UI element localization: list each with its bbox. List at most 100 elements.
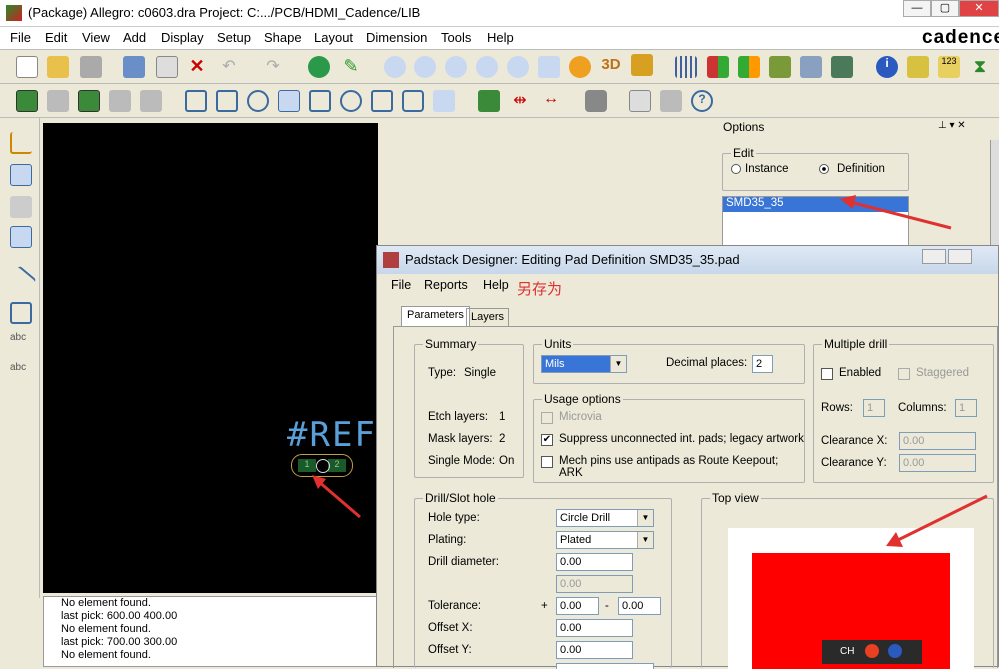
new-file-icon[interactable] xyxy=(16,56,38,78)
3d-model-icon[interactable] xyxy=(831,56,853,78)
options-side-tabs[interactable] xyxy=(990,140,999,248)
zoom-previous-icon[interactable] xyxy=(507,56,529,78)
shape-rect-icon[interactable] xyxy=(371,90,393,112)
shape-void-icon[interactable] xyxy=(433,90,455,112)
plating-select[interactable]: Plated ▼ xyxy=(556,531,654,549)
maximize-button[interactable]: ▢ xyxy=(931,0,959,17)
pad-2[interactable]: 2 xyxy=(328,459,346,472)
add-connect-icon[interactable] xyxy=(10,132,32,154)
drill-diameter-2-input[interactable]: 0.00 xyxy=(556,575,633,593)
padstack-menu-help[interactable]: Help xyxy=(483,278,509,292)
hourglass-icon[interactable]: ⧗ xyxy=(969,56,991,78)
clearance-x-input[interactable]: 0.00 xyxy=(899,432,976,450)
menu-setup[interactable]: Setup xyxy=(217,30,251,45)
menu-dimension[interactable]: Dimension xyxy=(366,30,427,45)
pad-1[interactable]: 1 xyxy=(298,459,316,472)
zoom-fit-icon[interactable] xyxy=(414,56,436,78)
decimal-places-input[interactable]: 2 xyxy=(752,355,773,373)
zoom-out-icon[interactable] xyxy=(476,56,498,78)
layer-visibility-icon[interactable] xyxy=(769,56,791,78)
undo-icon[interactable]: ↶ xyxy=(218,56,240,78)
inactive-tool-2-icon[interactable] xyxy=(109,90,131,112)
columns-input[interactable]: 1 xyxy=(955,399,977,417)
menu-view[interactable]: View xyxy=(82,30,110,45)
info-icon[interactable]: i xyxy=(876,56,898,78)
instance-radio[interactable] xyxy=(731,164,741,174)
add-rect-tool-icon[interactable] xyxy=(10,302,32,324)
menu-tools[interactable]: Tools xyxy=(441,30,471,45)
shape-circle-icon[interactable] xyxy=(402,90,424,112)
tab-layers[interactable]: Layers xyxy=(466,308,510,326)
chevron-down-icon[interactable]: ▼ xyxy=(637,510,653,526)
camera-icon[interactable] xyxy=(585,90,607,112)
delete-icon[interactable]: ✕ xyxy=(186,56,208,78)
redo-icon[interactable]: ↷ xyxy=(262,56,284,78)
inactive-tool-3-icon[interactable] xyxy=(140,90,162,112)
mech-pins-checkbox[interactable] xyxy=(541,456,553,468)
save-icon[interactable] xyxy=(80,56,102,78)
help-icon[interactable]: ? xyxy=(691,90,713,112)
redraw-icon[interactable] xyxy=(569,56,591,78)
inactive-tool-icon[interactable] xyxy=(47,90,69,112)
tolerance-minus-input[interactable]: 0.00 xyxy=(618,597,661,615)
custom-smooth-icon[interactable] xyxy=(10,226,32,248)
flip-icon[interactable] xyxy=(631,54,653,76)
delay-tune-icon[interactable] xyxy=(10,196,32,218)
minimize-button[interactable]: — xyxy=(903,0,931,17)
report-icon[interactable] xyxy=(629,90,651,112)
dimension-v-icon[interactable]: ⇹ xyxy=(509,90,531,112)
drill-diameter-input[interactable]: 0.00 xyxy=(556,553,633,571)
shadow-mode-icon[interactable] xyxy=(738,56,760,78)
measure-icon[interactable]: 123 xyxy=(938,56,960,78)
staggered-checkbox[interactable] xyxy=(898,368,910,380)
close-button[interactable]: ✕ xyxy=(959,0,999,17)
dimension-h-icon[interactable]: ↔ xyxy=(540,90,562,112)
move-icon[interactable] xyxy=(123,56,145,78)
menu-edit[interactable]: Edit xyxy=(45,30,67,45)
mail-icon[interactable] xyxy=(660,90,682,112)
place-pin-icon[interactable] xyxy=(16,90,38,112)
done-icon[interactable] xyxy=(308,56,330,78)
clearance-y-input[interactable]: 0.00 xyxy=(899,454,976,472)
slide-icon[interactable] xyxy=(10,164,32,186)
add-circle-icon[interactable] xyxy=(247,90,269,112)
offset-y-input[interactable]: 0.00 xyxy=(556,641,633,659)
3d-view-icon[interactable]: 3D xyxy=(600,56,622,78)
add-line-tool-icon[interactable] xyxy=(5,265,37,297)
tolerance-plus-input[interactable]: 0.00 xyxy=(556,597,599,615)
enabled-checkbox[interactable] xyxy=(821,368,833,380)
zoom-world-icon[interactable] xyxy=(538,56,560,78)
hidden-row-select[interactable] xyxy=(556,663,654,669)
suppress-checkbox[interactable]: ✔ xyxy=(541,434,553,446)
padstack-maximize-button[interactable] xyxy=(948,249,972,264)
microvia-checkbox[interactable] xyxy=(541,412,553,424)
color-icon[interactable] xyxy=(707,56,729,78)
pin-icon[interactable]: ✎ xyxy=(340,56,362,78)
zoom-in-icon[interactable] xyxy=(445,56,467,78)
language-bar[interactable]: CH xyxy=(822,640,922,664)
offset-x-input[interactable]: 0.00 xyxy=(556,619,633,637)
padstack-minimize-button[interactable] xyxy=(922,249,946,264)
menu-file[interactable]: File xyxy=(10,30,31,45)
menu-display[interactable]: Display xyxy=(161,30,204,45)
shape-merge-icon[interactable] xyxy=(340,90,362,112)
rows-input[interactable]: 1 xyxy=(863,399,885,417)
route-icon[interactable] xyxy=(78,90,100,112)
menu-add[interactable]: Add xyxy=(123,30,146,45)
open-folder-icon[interactable] xyxy=(47,56,69,78)
definition-radio[interactable] xyxy=(819,164,829,174)
menu-layout[interactable]: Layout xyxy=(314,30,353,45)
menu-help[interactable]: Help xyxy=(487,30,514,45)
select-icon[interactable] xyxy=(278,90,300,112)
tab-parameters[interactable]: Parameters xyxy=(401,306,470,326)
units-select[interactable]: Mils ▼ xyxy=(541,355,627,373)
edit-text-icon[interactable]: abc xyxy=(10,362,32,384)
pad-icon[interactable] xyxy=(478,90,500,112)
copy-icon[interactable] xyxy=(156,56,178,78)
design-canvas[interactable]: #REF 1 2 xyxy=(43,123,378,593)
hole-type-select[interactable]: Circle Drill ▼ xyxy=(556,509,654,527)
constraint-manager-icon[interactable] xyxy=(800,56,822,78)
zoom-points-icon[interactable] xyxy=(384,56,406,78)
padstack-menu-reports[interactable]: Reports xyxy=(424,278,468,292)
chevron-down-icon[interactable]: ▼ xyxy=(637,532,653,548)
